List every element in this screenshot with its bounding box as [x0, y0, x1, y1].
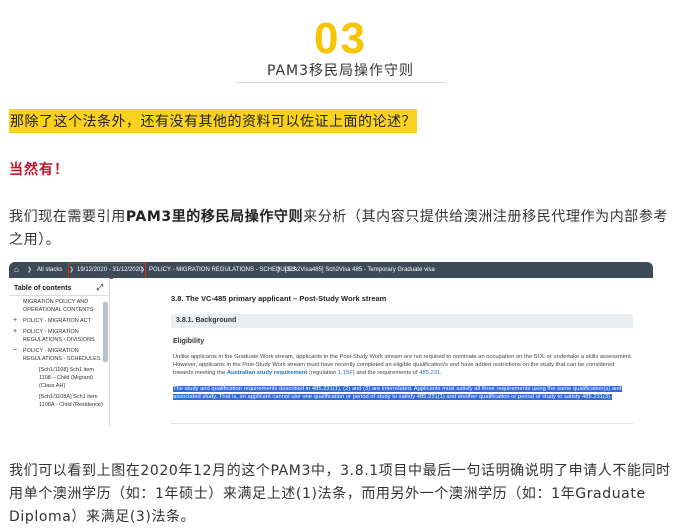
- chevron-right-icon: ❯: [276, 267, 282, 273]
- section-divider: [236, 82, 446, 83]
- toc-item[interactable]: + POLICY - MIGRATION REGULATIONS - DIVISI…: [9, 326, 109, 345]
- intro-text-bold: PAM3里的移民局操作守则: [125, 209, 304, 225]
- answer-text: 当然有！: [9, 162, 69, 178]
- home-icon[interactable]: ⌂: [14, 262, 19, 278]
- chevron-right-icon: ❯: [27, 267, 33, 273]
- section-title-text: PAM3移民局操作守则: [260, 63, 421, 79]
- toc-title: Table of contents: [14, 285, 72, 292]
- toc-item-label: [Sch1/1108] Sch1 item 1108 – Child (Migr…: [39, 367, 94, 389]
- embedded-screenshot: ⌂ ❯ All stacks ❯ 19/12/2020 - 31/12/2020…: [9, 262, 653, 427]
- clause-link[interactable]: 485.231: [419, 370, 440, 376]
- subsection-heading: 3.8.1. Background: [171, 314, 633, 328]
- toc-item-label: POLICY - MIGRATION REGULATIONS - SCHEDUL…: [23, 348, 101, 362]
- intro-text-before: 我们现在需要引用: [9, 209, 126, 225]
- expand-icon[interactable]: ⤢: [97, 283, 103, 293]
- body-text: (regulation: [307, 370, 338, 376]
- regulation-link[interactable]: 1.15F: [338, 370, 353, 376]
- intro-paragraph: 我们现在需要引用PAM3里的移民局操作守则来分析（其内容只提供给澳洲注册移民代理…: [9, 206, 674, 252]
- toc-item[interactable]: − POLICY - MIGRATION REGULATIONS - SCHEDU…: [9, 345, 109, 364]
- toc-item-label: MIGRATION POLICY AND OPERATIONAL CONTENT…: [23, 299, 94, 313]
- content-divider: [171, 423, 633, 424]
- breadcrumb-item[interactable]: All stacks: [37, 262, 62, 278]
- breadcrumb-item[interactable]: POLICY - MIGRATION REGULATIONS - SCHEDUL…: [149, 262, 296, 278]
- toc-item[interactable]: + POLICY - MIGRATION ACT: [9, 315, 109, 326]
- body-text: .: [440, 370, 442, 376]
- eligibility-heading: Eligibility: [173, 338, 205, 345]
- table-of-contents: Table of contents ⤢ MIGRATION POLICY AND…: [9, 278, 110, 427]
- minus-icon[interactable]: −: [13, 347, 17, 355]
- toc-item[interactable]: MIGRATION POLICY AND OPERATIONAL CONTENT…: [9, 296, 109, 315]
- plus-icon[interactable]: +: [13, 328, 17, 336]
- conclusion-paragraph: 我们可以看到上图在2020年12月的这个PAM3中，3.8.1项目中最后一句话明…: [9, 463, 671, 525]
- toc-header: Table of contents ⤢: [9, 278, 109, 296]
- highlighted-question: 那除了这个法条外，还有没有其他的资料可以佐证上面的论述？: [9, 109, 417, 133]
- toc-subitem[interactable]: [Sch1/1108A] Sch1 item 1108A - Child (Re…: [9, 391, 109, 410]
- toc-scrollbar[interactable]: [103, 302, 108, 362]
- breadcrumb-item[interactable]: [Sch2Visa485] Sch2Visa 485 - Temporary G…: [285, 262, 435, 278]
- selected-text: The study and qualification requirements…: [173, 386, 622, 400]
- section-heading: 3.8. The VC-485 primary applicant – Post…: [171, 294, 387, 303]
- eligibility-body: Unlike applicants in the Graduate Work s…: [173, 353, 633, 377]
- section-number: 03: [314, 14, 367, 54]
- body-text: ) and the requirements of: [352, 370, 420, 376]
- toc-subitem[interactable]: [Sch1/1108] Sch1 item 1108 – Child (Migr…: [9, 364, 109, 391]
- selected-text-block: The study and qualification requirements…: [173, 385, 633, 401]
- section-title: PAM3移民局操作守则: [0, 60, 681, 80]
- toc-item-label: POLICY - MIGRATION REGULATIONS - DIVISIO…: [23, 329, 95, 343]
- red-highlight-box: [68, 263, 146, 279]
- study-requirement-link[interactable]: Australian study requirement: [227, 370, 308, 376]
- toc-item-label: [Sch1/1108A] Sch1 item 1108A - Child (Re…: [39, 394, 103, 408]
- toc-item-label: POLICY - MIGRATION ACT: [23, 318, 91, 324]
- document-content: 3.8. The VC-485 primary applicant – Post…: [113, 278, 653, 427]
- plus-icon[interactable]: +: [13, 317, 17, 325]
